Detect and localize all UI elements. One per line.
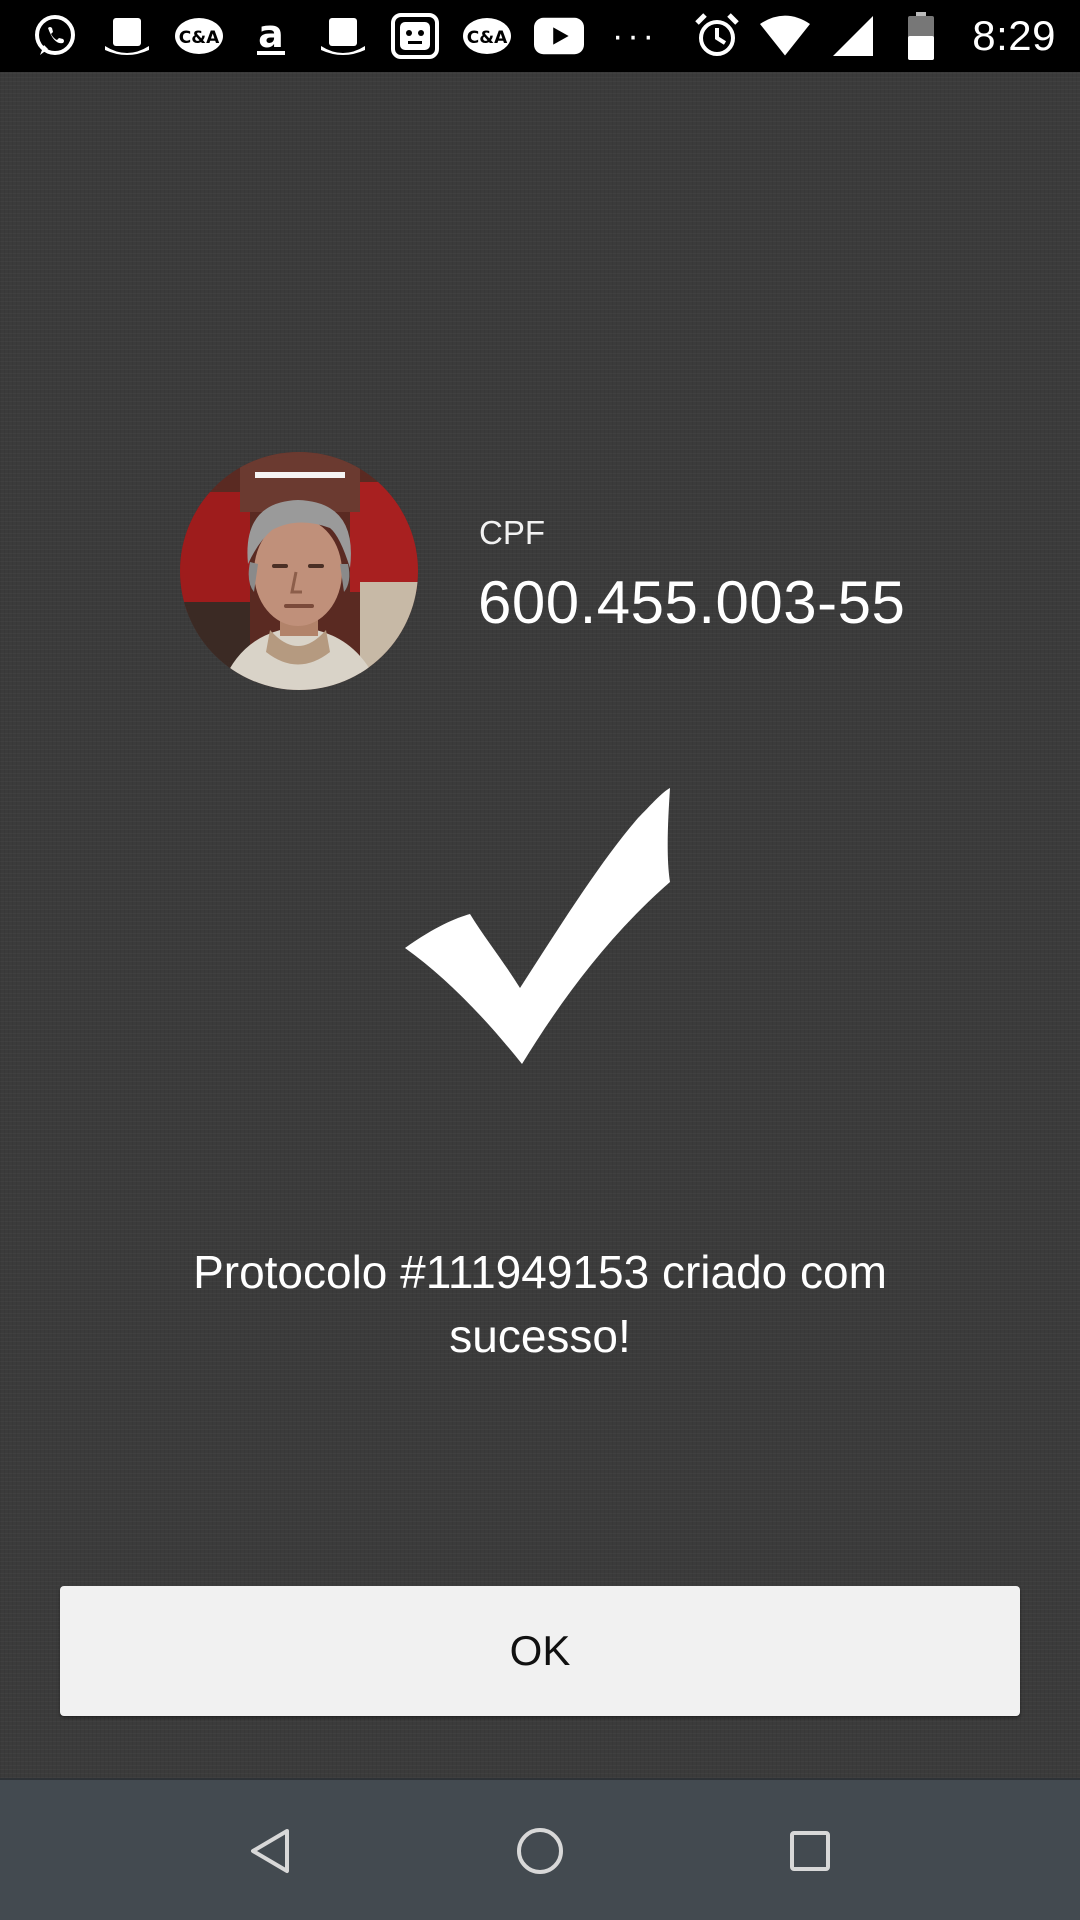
youtube-icon	[534, 12, 584, 60]
recents-button[interactable]	[730, 1780, 890, 1920]
back-button[interactable]	[190, 1780, 350, 1920]
robot-icon	[390, 12, 440, 60]
alarm-icon	[692, 12, 742, 60]
clock: 8:29	[972, 12, 1056, 59]
navigation-bar	[0, 1778, 1080, 1920]
avatar	[180, 452, 418, 690]
recents-icon	[790, 1831, 830, 1871]
battery-icon	[896, 12, 946, 60]
cpf-label: CPF	[479, 514, 545, 551]
hat-icon	[318, 12, 368, 60]
avatar-photo	[180, 452, 418, 690]
overflow-indicator: ···	[612, 16, 658, 55]
home-icon	[517, 1828, 563, 1874]
amazon-icon: a	[246, 12, 296, 60]
cpf-value: 600.455.003-55	[478, 569, 906, 636]
signal-icon	[828, 12, 878, 60]
svg-text:a: a	[258, 13, 284, 56]
success-message: Protocolo #111949153 criado com sucesso!	[193, 1246, 887, 1362]
main-content: CPF 600.455.003-55 Protocolo #111949153 …	[0, 72, 1080, 1778]
back-icon	[251, 1829, 289, 1873]
svg-text:C&A: C&A	[467, 28, 508, 48]
checkmark-icon	[400, 776, 685, 1066]
wifi-icon	[760, 12, 811, 60]
home-button[interactable]	[460, 1780, 620, 1920]
whatsapp-icon	[30, 12, 80, 60]
ca-icon: C&A	[174, 12, 224, 60]
svg-text:C&A: C&A	[179, 28, 220, 48]
system-icons: 8:29	[692, 0, 1056, 72]
hat-icon	[102, 12, 152, 60]
status-bar: C&A a C&A ··· 8:29	[0, 0, 1080, 72]
ca-icon: C&A	[462, 12, 512, 60]
notification-icons: C&A a C&A ···	[30, 12, 698, 60]
ok-button[interactable]: OK	[60, 1586, 1020, 1716]
